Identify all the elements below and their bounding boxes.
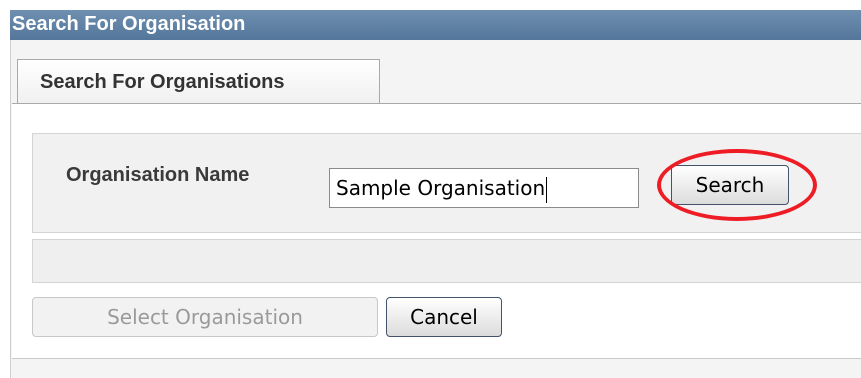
search-row: Organisation Name Sample Organisation Se… bbox=[32, 133, 861, 233]
select-organisation-button[interactable]: Select Organisation bbox=[32, 297, 378, 337]
page: Search For Organisation Search For Organ… bbox=[0, 0, 861, 378]
search-button[interactable]: Search bbox=[671, 165, 789, 205]
status-bar bbox=[32, 239, 861, 283]
tab-content: Organisation Name Sample Organisation Se… bbox=[12, 103, 861, 359]
cancel-button[interactable]: Cancel bbox=[386, 297, 502, 337]
main-panel: Search For Organisations Organisation Na… bbox=[10, 40, 861, 378]
tab-search-for-organisations[interactable]: Search For Organisations bbox=[17, 59, 380, 103]
window-title: Search For Organisation bbox=[10, 10, 861, 40]
organisation-name-label: Organisation Name bbox=[66, 164, 250, 186]
text-caret bbox=[546, 176, 548, 203]
organisation-name-input[interactable]: Sample Organisation bbox=[329, 168, 639, 208]
organisation-name-value: Sample Organisation bbox=[336, 176, 546, 200]
